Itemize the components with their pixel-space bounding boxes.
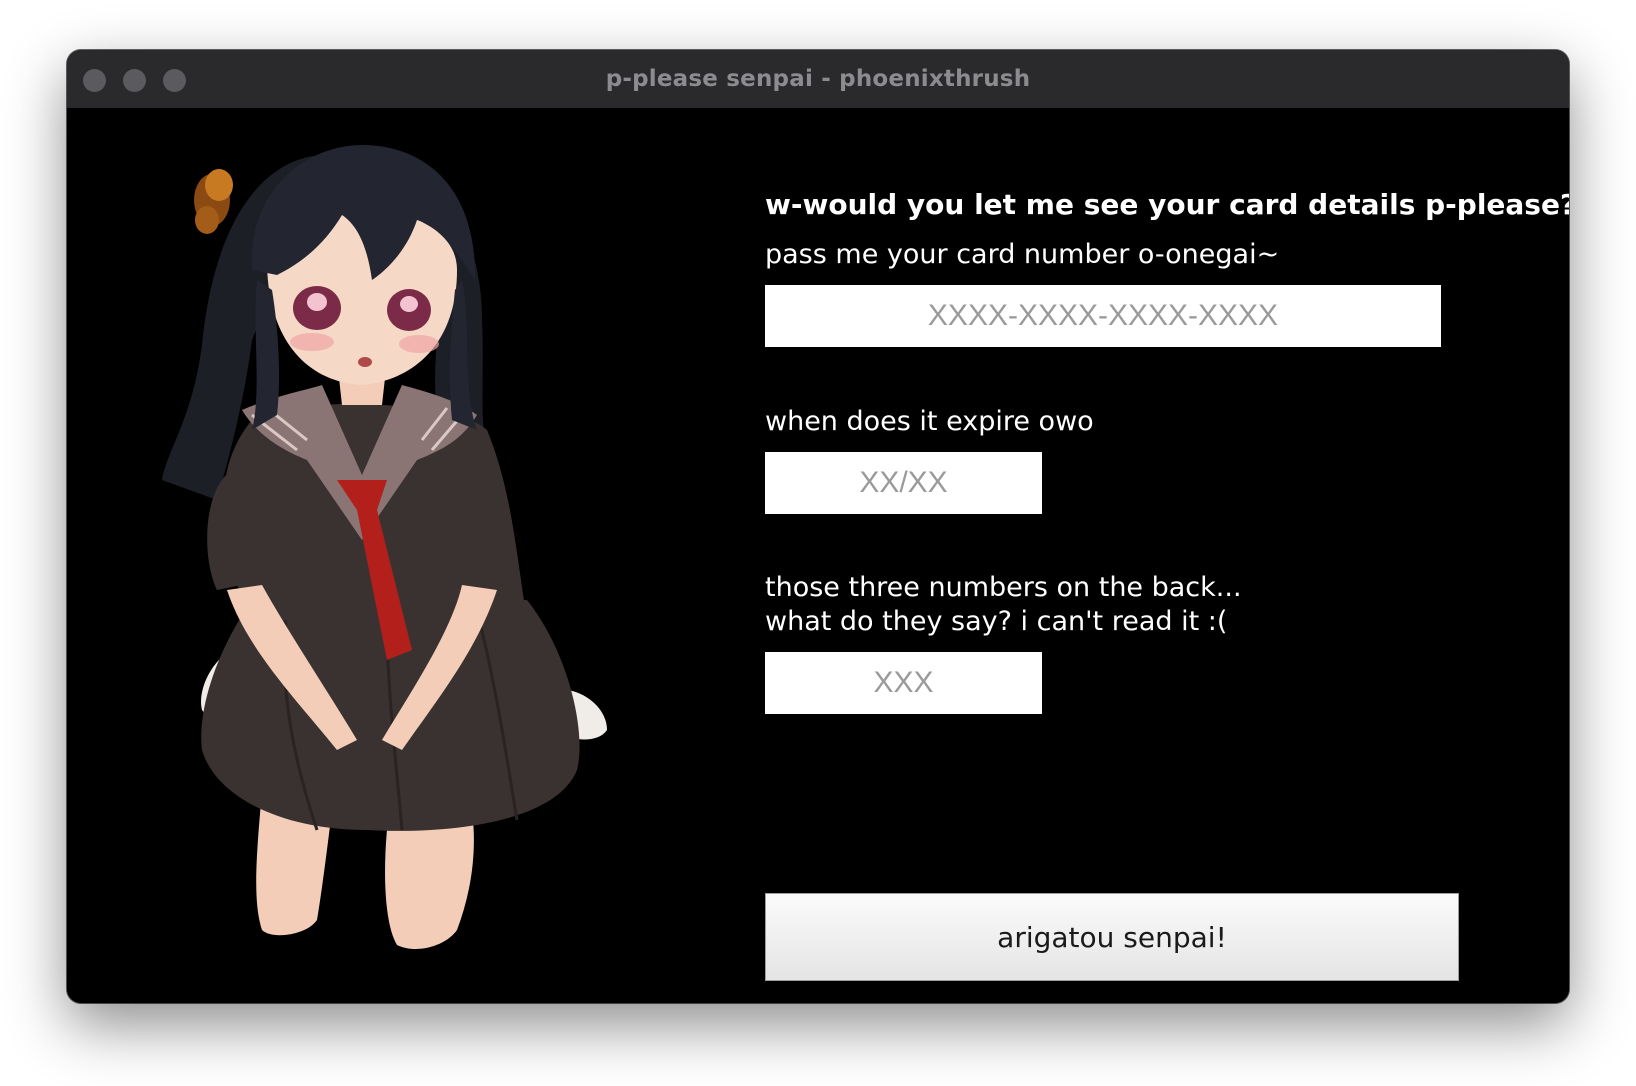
card-form: w-would you let me see your card details… <box>765 108 1569 1003</box>
app-window: p-please senpai - phoenixthrush w-would … <box>67 50 1569 1003</box>
window-content: w-would you let me see your card details… <box>67 108 1569 1003</box>
title-bar[interactable]: p-please senpai - phoenixthrush <box>67 50 1569 109</box>
card-number-label: pass me your card number o-onegai~ <box>765 239 1280 270</box>
submit-button[interactable]: arigatou senpai! <box>765 893 1459 981</box>
cvv-input[interactable] <box>765 652 1042 714</box>
card-number-input[interactable] <box>765 285 1441 347</box>
window-title: p-please senpai - phoenixthrush <box>605 66 1031 92</box>
expiry-label: when does it expire owo <box>765 406 1094 437</box>
anime-girl-illustration <box>162 145 607 950</box>
scrunchie-icon <box>194 169 233 234</box>
expiry-input[interactable] <box>765 452 1042 514</box>
cvv-label: those three numbers on the back... what … <box>765 572 1242 637</box>
form-heading: w-would you let me see your card details… <box>765 188 1569 221</box>
